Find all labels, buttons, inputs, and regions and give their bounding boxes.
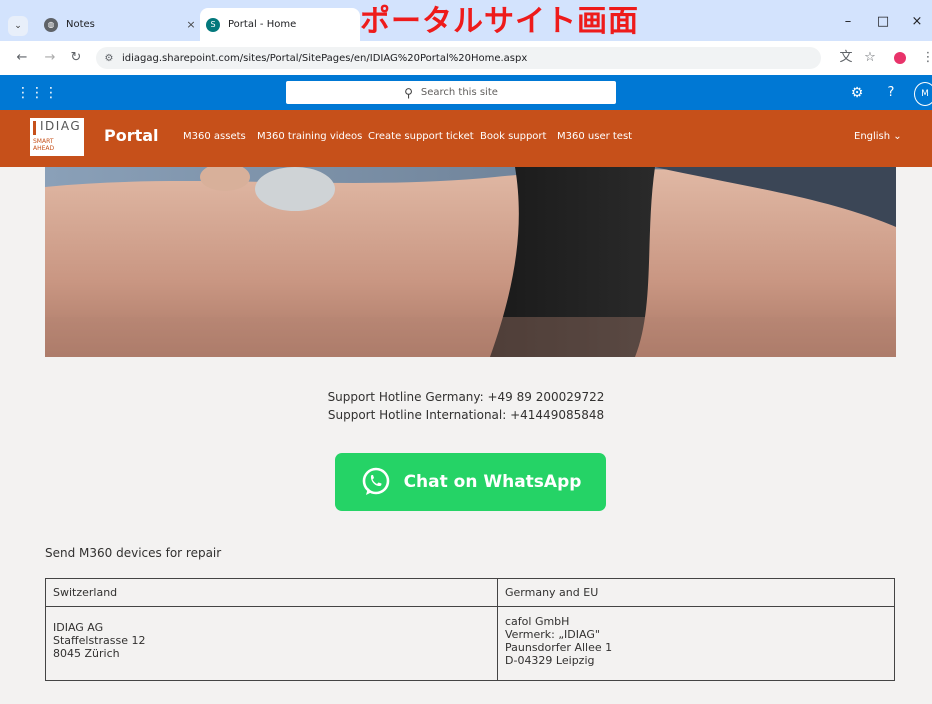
search-placeholder: Search this site [420,87,498,98]
app-launcher-icon[interactable]: ⋮⋮⋮ [16,84,58,102]
globe-icon: ◍ [44,17,58,32]
hotline-international: Support Hotline International: +41449085… [327,408,605,422]
address-germany: cafol GmbH Vermerk: „IDIAG" Paunsdorfer … [505,615,613,667]
translate-icon[interactable]: 文 [836,48,856,68]
chevron-down-icon: ⌄ [893,131,902,142]
url-text: idiagag.sharepoint.com/sites/Portal/Site… [122,52,528,64]
nav-m360-assets[interactable]: M360 assets [183,131,246,142]
whatsapp-icon [362,467,389,495]
table-header-germany-eu: Germany and EU [505,586,599,599]
minimize-button[interactable]: – [836,12,860,32]
repair-heading: Send M360 devices for repair [45,546,222,560]
tab-title: Portal - Home [228,19,297,30]
site-search-input[interactable]: ⚲ Search this site [286,81,616,104]
tab-close-icon[interactable]: × [182,18,200,31]
sharepoint-icon: S [206,17,220,32]
chat-on-whatsapp-button[interactable]: Chat on WhatsApp [335,453,606,511]
address-bar[interactable]: ⚙ idiagag.sharepoint.com/sites/Portal/Si… [96,47,821,69]
reload-icon[interactable]: ↻ [66,48,86,68]
annotation-overlay-text: ポータルサイト画面 [360,4,639,39]
tab-title: Notes [66,19,95,30]
browser-tab-notes[interactable]: ◍ Notes × [38,8,200,41]
close-window-button[interactable]: × [905,12,929,32]
tab-search-chevron-icon[interactable]: ⌄ [8,16,28,36]
repair-address-table: Switzerland Germany and EU IDIAG AG Staf… [45,578,895,681]
language-selector[interactable]: English ⌄ [854,131,902,142]
nav-m360-user-test[interactable]: M360 user test [557,131,632,142]
hotline-germany: Support Hotline Germany: +49 89 20002972… [327,390,605,404]
bookmark-star-icon[interactable]: ☆ [860,48,880,68]
avatar[interactable]: M [914,82,932,106]
table-header-switzerland: Switzerland [53,586,118,599]
forward-arrow-icon[interactable]: → [40,48,60,68]
menu-dots-icon[interactable]: ⋮ [918,48,932,68]
idiag-logo[interactable]: IDIAG SMART AHEAD [30,118,84,156]
search-icon: ⚲ [404,85,413,100]
site-info-icon[interactable]: ⚙ [96,53,122,64]
nav-m360-training-videos[interactable]: M360 training videos [257,131,362,142]
nav-create-support-ticket[interactable]: Create support ticket [368,131,474,142]
profile-icon[interactable] [894,52,906,64]
maximize-button[interactable]: □ [871,12,895,32]
whatsapp-label: Chat on WhatsApp [403,472,582,492]
help-icon[interactable]: ? [882,84,900,102]
address-switzerland: IDIAG AG Staffelstrasse 12 8045 Zürich [53,621,146,660]
browser-tab-portal-home[interactable]: S Portal - Home [200,8,360,41]
settings-gear-icon[interactable]: ⚙ [848,84,866,102]
nav-book-support[interactable]: Book support [480,131,546,142]
hero-image [45,167,896,357]
back-arrow-icon[interactable]: ← [12,48,32,68]
site-title[interactable]: Portal [104,126,159,145]
